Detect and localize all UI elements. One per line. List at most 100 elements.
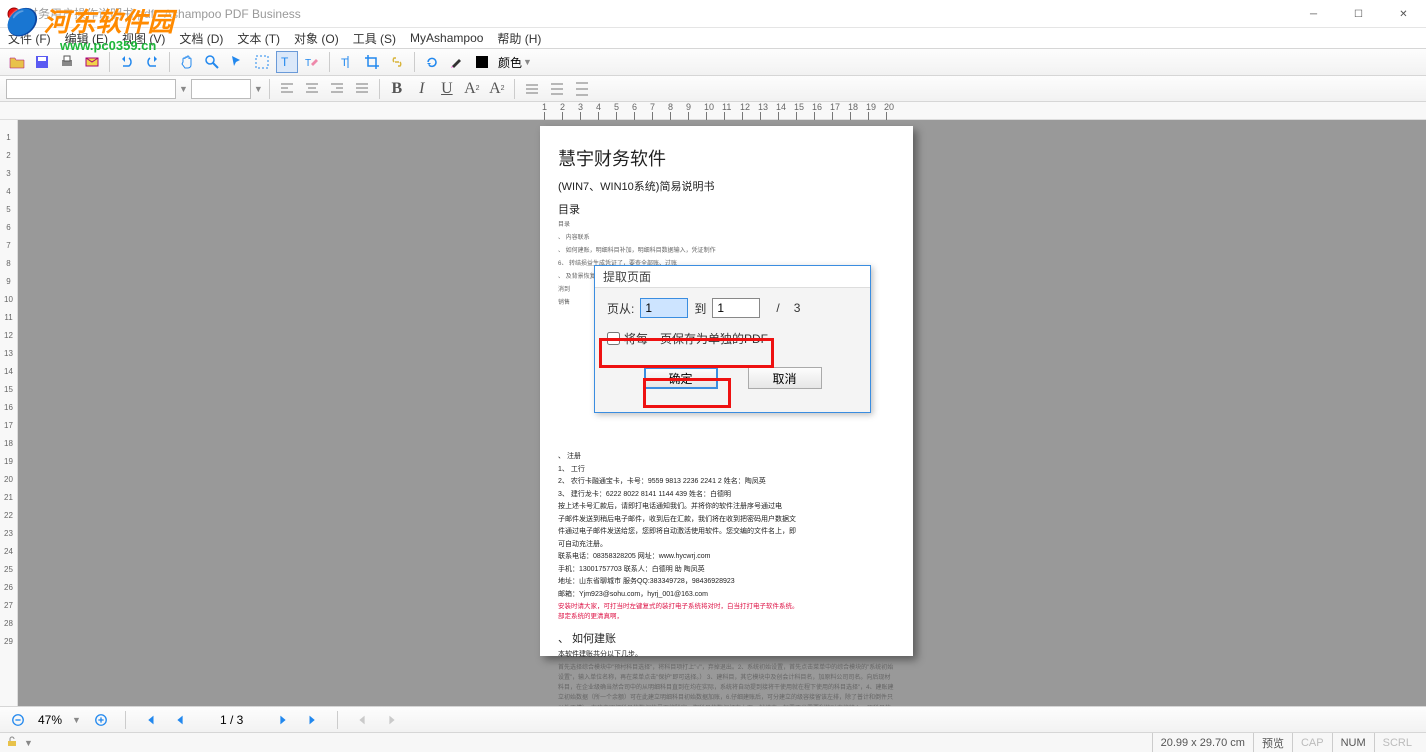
hand-tool-icon[interactable] (176, 51, 198, 73)
line-spacing-2-icon[interactable] (546, 78, 568, 100)
prev-page-button[interactable] (170, 710, 190, 730)
lock-dropdown-icon[interactable]: ▼ (24, 738, 33, 748)
doc-line: 联系电话：08358328205 网址：www.hycwrj.com (558, 552, 895, 563)
window-titlebar: 财务用户操作说明书.pdf - Ashampoo PDF Business ─ … (0, 0, 1426, 28)
history-back-button[interactable] (352, 710, 372, 730)
menu-myashampoo[interactable]: MyAshampoo (410, 31, 483, 45)
align-center-icon[interactable] (301, 78, 323, 100)
svg-text:T: T (305, 58, 311, 69)
svg-text:T: T (341, 57, 348, 69)
color-dropdown-icon[interactable]: ▼ (523, 57, 532, 67)
line-spacing-1-icon[interactable] (521, 78, 543, 100)
window-minimize-button[interactable]: ─ (1291, 0, 1336, 28)
first-page-button[interactable] (140, 710, 160, 730)
subscript-button[interactable]: A2 (486, 78, 508, 100)
link-icon[interactable] (386, 51, 408, 73)
text-select-tool-icon[interactable]: T (276, 51, 298, 73)
edit-text-icon[interactable]: T (336, 51, 358, 73)
menu-document[interactable]: 文档 (D) (179, 30, 223, 47)
scroll-lock-status: SCRL (1374, 733, 1420, 752)
lock-icon (6, 735, 18, 750)
doc-section-title: 、 如何建账 (558, 631, 895, 648)
doc-line: 目录 (558, 221, 895, 230)
dialog-title: 提取页面 (595, 266, 870, 288)
crop-icon[interactable] (361, 51, 383, 73)
page-to-label: 到 (694, 300, 706, 317)
doc-red-text: 部定系统的更清真啊， (558, 612, 895, 622)
horizontal-ruler: 1234567891011121314151617181920 (0, 102, 1426, 120)
print-icon[interactable] (56, 51, 78, 73)
total-pages-value: 3 (794, 301, 801, 315)
zoom-out-button[interactable] (8, 710, 28, 730)
superscript-button[interactable]: A2 (461, 78, 483, 100)
doc-line: 3、 建行龙卡：6222 8022 8141 1144 439 姓名：白德明 (558, 490, 895, 501)
page-from-input[interactable] (640, 298, 688, 318)
align-right-icon[interactable] (326, 78, 348, 100)
menu-help[interactable]: 帮助 (H) (497, 30, 541, 47)
line-spacing-3-icon[interactable] (571, 78, 593, 100)
snapshot-tool-icon[interactable] (251, 51, 273, 73)
underline-button[interactable]: U (436, 78, 458, 100)
align-justify-icon[interactable] (351, 78, 373, 100)
doc-line: 手机：13001757703 联系人：白德明 助 陶凤英 (558, 565, 895, 576)
extract-pages-dialog: 提取页面 页从: 到 / 3 将每一页保存为单独的PDF 确定 取消 (594, 265, 871, 413)
doc-line: 2、 农行卡融通宝卡，卡号：9559 9813 2236 2241 2 姓名：陶… (558, 477, 895, 488)
color-swatch-icon[interactable] (471, 51, 493, 73)
doc-red-text: 安装时请大家，可打当时左键复式的装打电子系统将对时，白当打打电子软件系统。 (558, 602, 895, 612)
menu-file[interactable]: 文件 (F) (8, 30, 51, 47)
main-toolbar: T T T 颜色 ▼ (0, 48, 1426, 76)
next-page-button[interactable] (273, 710, 293, 730)
color-label: 颜色 (498, 54, 522, 71)
page-from-label: 页从: (607, 300, 634, 317)
menu-tools[interactable]: 工具 (S) (353, 30, 396, 47)
save-icon[interactable] (31, 51, 53, 73)
undo-icon[interactable] (116, 51, 138, 73)
zoom-tool-icon[interactable] (201, 51, 223, 73)
font-family-select[interactable] (6, 79, 176, 99)
doc-body: 本软件建账共分以下几步。 (558, 650, 895, 661)
doc-line: 、 注册 (558, 452, 895, 463)
doc-line: 可自动充注册。 (558, 540, 895, 551)
vertical-ruler: 1234567891011121314151617181920212223242… (0, 120, 18, 706)
doc-line: 按上述卡号汇款后，请即打电话通知我们。并将你的软件注册序号通过电 (558, 502, 895, 513)
preview-status: 预览 (1253, 733, 1292, 752)
doc-line: 子邮件发送到稍后电子邮件，收到后在汇款，我们将在收到把密码用户数据文 (558, 515, 895, 526)
document-workspace: 1234567891011121314151617181920212223242… (0, 120, 1426, 706)
total-pages-separator: / (776, 301, 779, 315)
highlight-icon[interactable] (446, 51, 468, 73)
align-left-icon[interactable] (276, 78, 298, 100)
num-lock-status: NUM (1332, 733, 1374, 752)
open-icon[interactable] (6, 51, 28, 73)
font-size-select[interactable] (191, 79, 251, 99)
doc-heading: 慧宇财务软件 (558, 146, 895, 173)
last-page-button[interactable] (303, 710, 323, 730)
site-watermark-url: www.pc0359.cn (60, 38, 156, 53)
rotate-icon[interactable] (421, 51, 443, 73)
format-toolbar: ▼ ▼ B I U A2 A2 (0, 76, 1426, 102)
highlight-box-checkbox (599, 338, 774, 368)
redo-icon[interactable] (141, 51, 163, 73)
zoom-in-button[interactable] (91, 710, 111, 730)
menu-object[interactable]: 对象 (O) (294, 30, 339, 47)
size-dropdown-icon[interactable]: ▼ (254, 84, 263, 94)
select-tool-icon[interactable] (226, 51, 248, 73)
page-to-input[interactable] (712, 298, 760, 318)
window-close-button[interactable]: ✕ (1381, 0, 1426, 28)
menu-text[interactable]: 文本 (T) (237, 30, 280, 47)
zoom-value: 47% (38, 713, 62, 727)
status-bar: ▼ 20.99 x 29.70 cm 预览 CAP NUM SCRL (0, 732, 1426, 752)
history-forward-button[interactable] (382, 710, 402, 730)
cancel-button[interactable]: 取消 (748, 367, 822, 389)
document-canvas[interactable]: 慧宇财务软件 (WIN7、WIN10系统)简易说明书 目录 目录、 内容联系、 … (18, 120, 1426, 706)
text-edit-tool-icon[interactable]: T (301, 51, 323, 73)
doc-line: 地址：山东省聊城市 服务QQ:383349728，98436928923 (558, 577, 895, 588)
email-icon[interactable] (81, 51, 103, 73)
bold-button[interactable]: B (386, 78, 408, 100)
zoom-dropdown-icon[interactable]: ▼ (72, 715, 81, 725)
doc-line: 、 内容联系 (558, 234, 895, 243)
italic-button[interactable]: I (411, 78, 433, 100)
font-dropdown-icon[interactable]: ▼ (179, 84, 188, 94)
doc-toc-title: 目录 (558, 202, 895, 219)
window-maximize-button[interactable]: ☐ (1336, 0, 1381, 28)
doc-line: 、 如何建账，明细科目补加，明细科目数据输入，凭证制作 (558, 247, 895, 256)
